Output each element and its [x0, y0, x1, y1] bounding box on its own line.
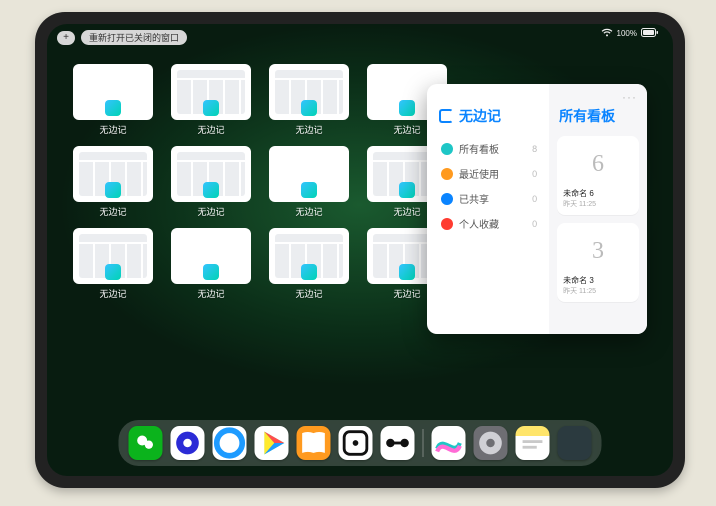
freeform-sidebar: 无边记 所有看板 8 最近使用 0 已共享 0 个人收藏 0	[427, 84, 549, 334]
freeform-app-icon	[203, 264, 219, 280]
sidebar-item-count: 0	[532, 169, 537, 179]
dock-separator	[423, 429, 424, 457]
freeform-app-icon	[399, 182, 415, 198]
dock-dice-icon[interactable]	[339, 426, 373, 460]
dock-quark-icon[interactable]	[171, 426, 205, 460]
freeform-app-icon	[301, 182, 317, 198]
dock	[119, 420, 602, 466]
sidebar-item[interactable]: 个人收藏 0	[439, 211, 539, 236]
dock-books-icon[interactable]	[297, 426, 331, 460]
board-preview: 6	[563, 142, 633, 186]
window-preview	[73, 146, 153, 202]
sidebar-item[interactable]: 所有看板 8	[439, 136, 539, 161]
freeform-app-icon	[301, 264, 317, 280]
sidebar-item-count: 8	[532, 144, 537, 154]
dock-qqbrowser-icon[interactable]	[213, 426, 247, 460]
category-icon	[441, 218, 453, 230]
board-title: 未命名 3	[563, 275, 633, 286]
window-preview	[171, 146, 251, 202]
freeform-app-icon	[105, 100, 121, 116]
freeform-app-icon	[399, 100, 415, 116]
freeform-app-icon	[301, 100, 317, 116]
window-label: 无边记	[295, 123, 322, 136]
window-label: 无边记	[99, 287, 126, 300]
window-switcher-grid: 无边记无边记无边记无边记无边记无边记无边记无边记无边记无边记无边记无边记	[73, 64, 447, 300]
ipad-frame: 100% + 重新打开已关闭的窗口 无边记无边记无边记无边记无边记无边记无边记无…	[35, 12, 685, 488]
dock-settings-icon[interactable]	[474, 426, 508, 460]
sidebar-toggle-icon[interactable]	[439, 109, 453, 123]
status-bar: 100%	[601, 28, 659, 39]
board-subtitle: 昨天 11:25	[563, 286, 633, 296]
window-preview	[73, 64, 153, 120]
freeform-app-icon	[203, 182, 219, 198]
window-label: 无边记	[393, 123, 420, 136]
window-label: 无边记	[393, 287, 420, 300]
window-thumbnail[interactable]: 无边记	[269, 146, 349, 218]
reopen-closed-window-button[interactable]: 重新打开已关闭的窗口	[81, 30, 187, 45]
window-thumbnail[interactable]: 无边记	[269, 228, 349, 300]
category-icon	[441, 168, 453, 180]
board-preview: 3	[563, 229, 633, 273]
freeform-app-icon	[105, 182, 121, 198]
window-preview	[73, 228, 153, 284]
sidebar-item-label: 最近使用	[459, 166, 499, 181]
battery-icon	[641, 28, 659, 39]
window-label: 无边记	[295, 205, 322, 218]
window-preview	[171, 228, 251, 284]
sidebar-item[interactable]: 最近使用 0	[439, 161, 539, 186]
sidebar-item-label: 个人收藏	[459, 216, 499, 231]
dock-play-icon[interactable]	[255, 426, 289, 460]
freeform-panel[interactable]: ··· 无边记 所有看板 8 最近使用 0 已共享 0 个人收藏 0 所有看板 6 未命名 6…	[427, 84, 647, 334]
new-window-button[interactable]: +	[57, 31, 75, 45]
freeform-app-icon	[399, 264, 415, 280]
top-controls: + 重新打开已关闭的窗口	[57, 30, 187, 45]
sidebar-item-count: 0	[532, 194, 537, 204]
board-title: 未命名 6	[563, 188, 633, 199]
freeform-app-icon	[105, 264, 121, 280]
window-label: 无边记	[197, 123, 224, 136]
window-thumbnail[interactable]: 无边记	[73, 228, 153, 300]
window-thumbnail[interactable]: 无边记	[171, 64, 251, 136]
window-preview	[171, 64, 251, 120]
window-thumbnail[interactable]: 无边记	[73, 64, 153, 136]
board-subtitle: 昨天 11:25	[563, 199, 633, 209]
more-icon[interactable]: ···	[622, 90, 637, 104]
sidebar-item-label: 所有看板	[459, 141, 499, 156]
window-label: 无边记	[99, 123, 126, 136]
dock-notes-icon[interactable]	[516, 426, 550, 460]
battery-label: 100%	[617, 29, 637, 38]
sidebar-item[interactable]: 已共享 0	[439, 186, 539, 211]
freeform-title: 无边记	[459, 106, 501, 126]
wifi-icon	[601, 28, 613, 39]
dock-wechat-icon[interactable]	[129, 426, 163, 460]
window-thumbnail[interactable]: 无边记	[171, 228, 251, 300]
window-label: 无边记	[197, 205, 224, 218]
dock-applib-icon[interactable]	[558, 426, 592, 460]
window-label: 无边记	[99, 205, 126, 218]
freeform-app-icon	[203, 100, 219, 116]
window-thumbnail[interactable]: 无边记	[171, 146, 251, 218]
window-preview	[269, 228, 349, 284]
window-thumbnail[interactable]: 无边记	[269, 64, 349, 136]
window-label: 无边记	[393, 205, 420, 218]
category-icon	[441, 193, 453, 205]
window-preview	[269, 146, 349, 202]
freeform-board-list: 所有看板 6 未命名 6 昨天 11:253 未命名 3 昨天 11:25	[549, 84, 647, 334]
window-label: 无边记	[197, 287, 224, 300]
dock-freeform-icon[interactable]	[432, 426, 466, 460]
board-card[interactable]: 6 未命名 6 昨天 11:25	[557, 136, 639, 215]
window-preview	[269, 64, 349, 120]
window-label: 无边记	[295, 287, 322, 300]
all-boards-title: 所有看板	[559, 106, 639, 126]
sidebar-item-count: 0	[532, 219, 537, 229]
window-thumbnail[interactable]: 无边记	[73, 146, 153, 218]
board-card[interactable]: 3 未命名 3 昨天 11:25	[557, 223, 639, 302]
dock-barbell-icon[interactable]	[381, 426, 415, 460]
category-icon	[441, 143, 453, 155]
sidebar-item-label: 已共享	[459, 191, 489, 206]
screen: 100% + 重新打开已关闭的窗口 无边记无边记无边记无边记无边记无边记无边记无…	[47, 24, 673, 476]
